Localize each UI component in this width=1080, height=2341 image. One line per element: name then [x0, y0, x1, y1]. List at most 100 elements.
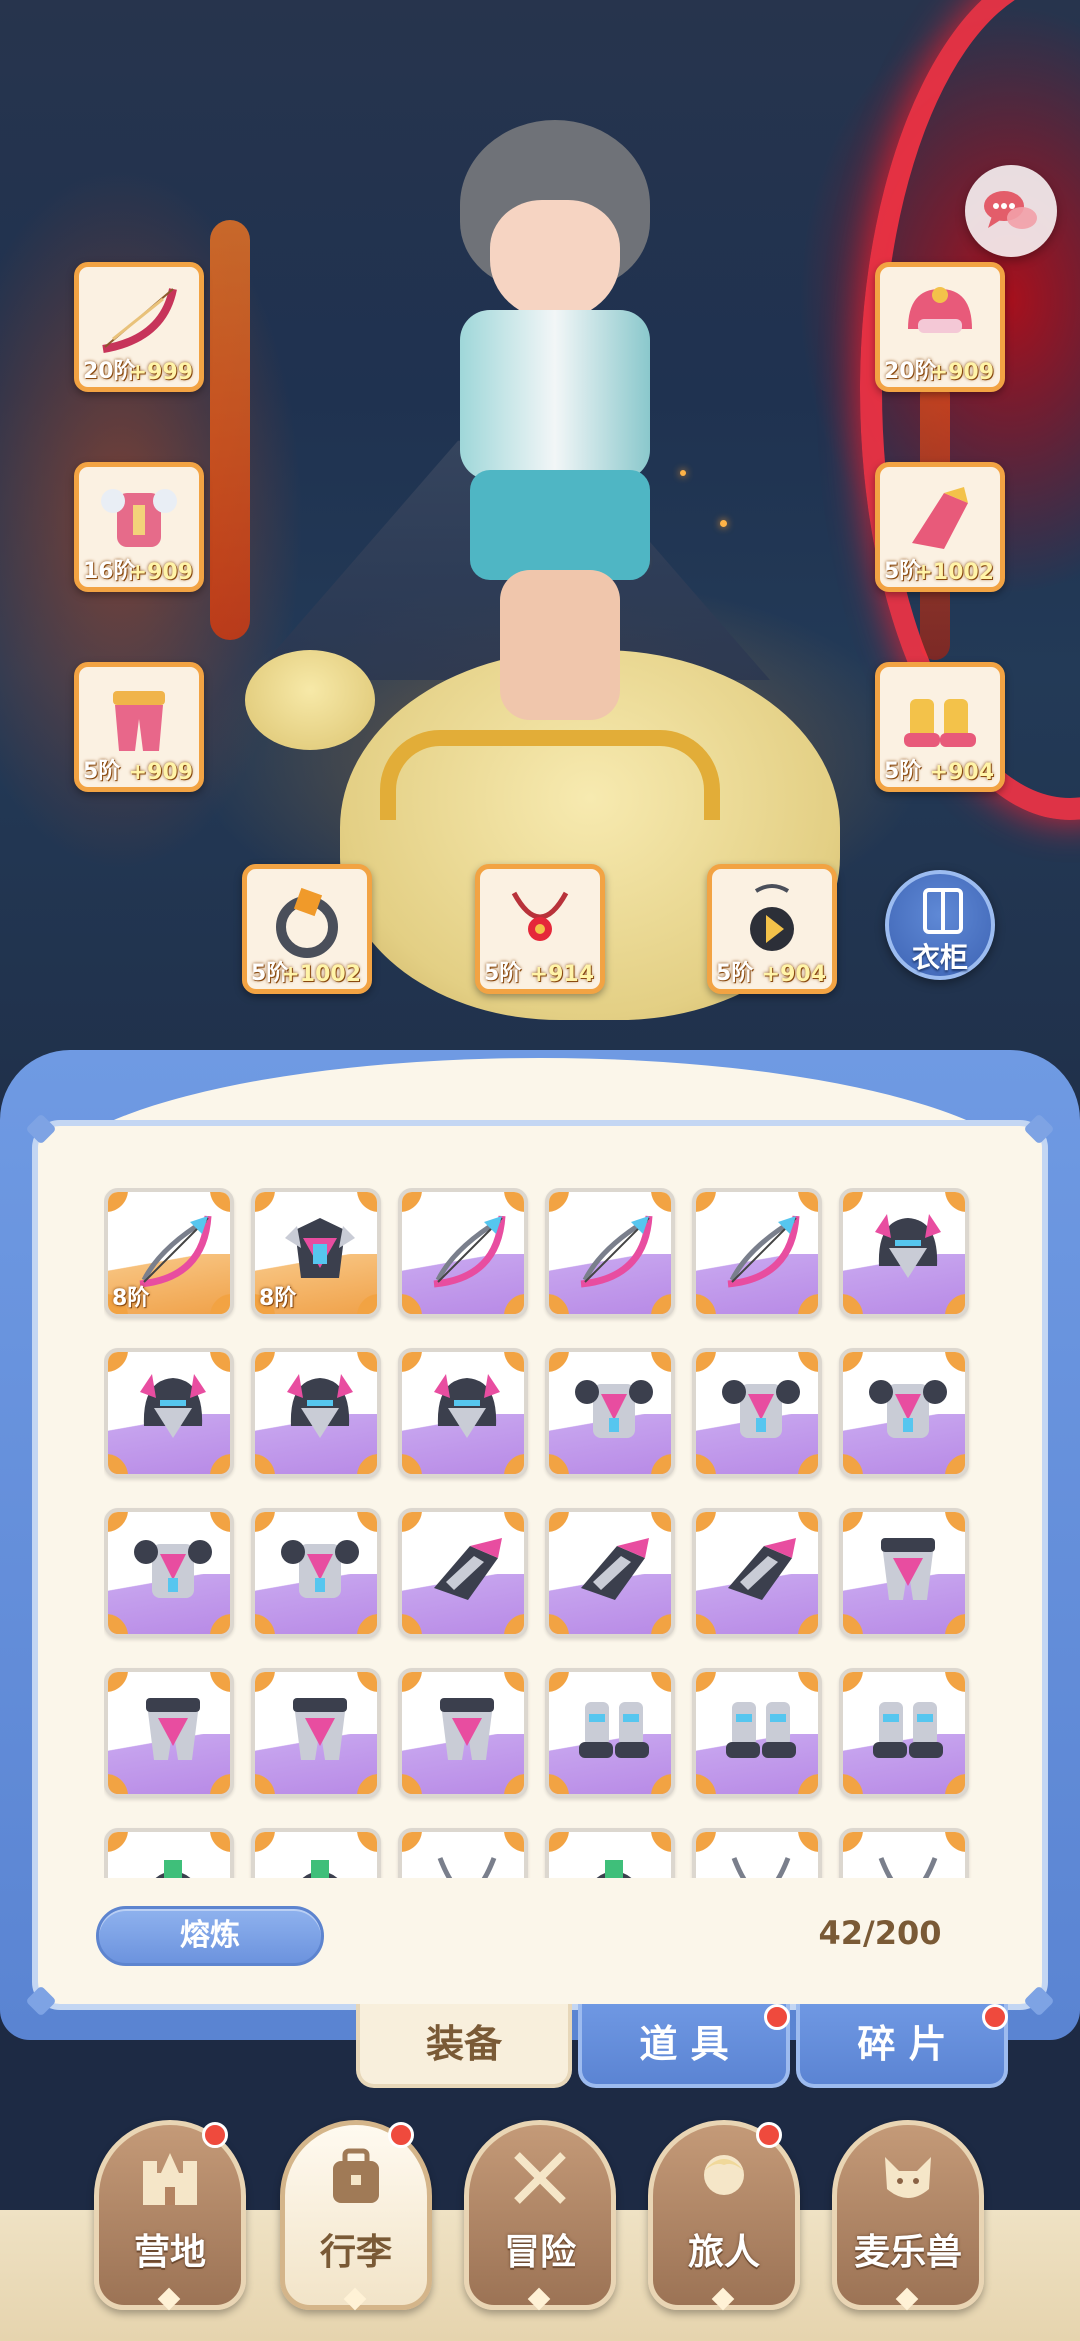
inventory-item-slot[interactable]: [251, 1828, 381, 1878]
nav-camp[interactable]: 营地: [94, 2120, 246, 2311]
inventory-item-slot[interactable]: [692, 1668, 822, 1798]
slot-corner-ornament: [255, 1192, 275, 1212]
smelt-button[interactable]: 熔炼: [96, 1906, 324, 1966]
wardrobe-button[interactable]: 衣柜: [885, 870, 995, 980]
slot-corner-ornament: [549, 1672, 569, 1692]
inventory-item-slot[interactable]: [545, 1508, 675, 1638]
inventory-item-slot[interactable]: 8阶: [104, 1188, 234, 1318]
nav-label: 行李: [319, 2232, 392, 2273]
inventory-item-slot[interactable]: [545, 1668, 675, 1798]
tab-notification-badge: [764, 2004, 790, 2030]
lava-fall-left: [210, 220, 250, 640]
tab-fragments[interactable]: 碎 片: [796, 2004, 1008, 2088]
helmet-icon: [875, 1214, 941, 1278]
inventory-item-slot[interactable]: [692, 1348, 822, 1478]
slot-bonus: +999: [128, 360, 193, 385]
item-level: 8阶: [259, 1286, 297, 1311]
tab-label: 碎 片: [857, 2022, 947, 2066]
equip-slot-helmet[interactable]: 20阶 +909: [875, 262, 1005, 392]
equip-slot-necklace[interactable]: 5阶 +914: [475, 864, 605, 994]
inventory-item-slot[interactable]: [104, 1348, 234, 1478]
slot-corner-ornament: [696, 1672, 716, 1692]
cloud-puff: [245, 650, 375, 750]
slot-corner-ornament: [549, 1512, 569, 1532]
inventory-item-slot[interactable]: [251, 1508, 381, 1638]
nav-traveler[interactable]: 旅人: [648, 2120, 800, 2311]
helmet-icon: [287, 1374, 353, 1438]
necklace-icon: [437, 1857, 497, 1878]
tab-items[interactable]: 道 具: [578, 2004, 790, 2088]
slot-corner-ornament: [108, 1672, 128, 1692]
equip-slot-armor[interactable]: 16阶 +909: [74, 462, 204, 592]
inventory-item-slot[interactable]: [692, 1508, 822, 1638]
slot-level: 5阶: [716, 961, 754, 986]
nav-notification-badge: [202, 2122, 228, 2148]
gauntlet-icon: [434, 1538, 502, 1600]
nav-notification-badge: [388, 2122, 414, 2148]
inventory-item-slot[interactable]: 8阶: [251, 1188, 381, 1318]
equip-slot-ring[interactable]: 5阶 +1002: [242, 864, 372, 994]
bow-icon: [433, 1215, 506, 1288]
inventory-item-slot[interactable]: [251, 1348, 381, 1478]
equip-slot-boots[interactable]: 5阶 +904: [875, 662, 1005, 792]
inventory-item-slot[interactable]: [104, 1828, 234, 1878]
slot-corner-ornament: [696, 1192, 716, 1212]
nav-gem-ornament: [711, 2287, 735, 2311]
crossed-swords-icon: [514, 2152, 566, 2204]
ring-icon: [302, 1860, 338, 1878]
inventory-item-slot[interactable]: [398, 1188, 528, 1318]
inventory-item-slot[interactable]: [545, 1188, 675, 1318]
equip-slot-gauntlet[interactable]: 5阶 +1002: [875, 462, 1005, 592]
character-legs: [500, 570, 620, 720]
slot-corner-ornament: [108, 1352, 128, 1372]
equip-slot-bow[interactable]: 20阶 +999: [74, 262, 204, 392]
chat-button[interactable]: [965, 165, 1057, 257]
inventory-item-slot[interactable]: [398, 1828, 528, 1878]
equip-slot-pants[interactable]: 5阶 +909: [74, 662, 204, 792]
boots-icon: [726, 1702, 796, 1758]
inventory-item-slot[interactable]: [398, 1348, 528, 1478]
item-level: 8阶: [112, 1286, 150, 1311]
inventory-item-slot[interactable]: [839, 1188, 969, 1318]
inventory-item-slot[interactable]: [398, 1668, 528, 1798]
chest-armor-icon: [101, 489, 177, 547]
equip-slot-amulet[interactable]: 5阶 +904: [707, 864, 837, 994]
inventory-item-slot[interactable]: [839, 1668, 969, 1798]
helmet-icon: [434, 1374, 500, 1438]
inventory-item-slot[interactable]: [545, 1348, 675, 1478]
slot-corner-ornament: [108, 1192, 128, 1212]
inventory-item-slot[interactable]: [839, 1348, 969, 1478]
inventory-item-slot[interactable]: [398, 1508, 528, 1638]
slot-bonus: +914: [529, 962, 594, 987]
tab-label: 道 具: [639, 2022, 729, 2066]
inventory-item-slot[interactable]: [692, 1828, 822, 1878]
slot-corner-ornament: [843, 1672, 863, 1692]
wardrobe-label: 衣柜: [911, 941, 968, 974]
chat-bubbles-icon: [984, 191, 1037, 229]
nav-pet[interactable]: 麦乐兽: [832, 2120, 984, 2311]
boots-icon: [873, 1702, 943, 1758]
helmet-icon: [908, 287, 972, 333]
bow-icon: [102, 288, 177, 353]
slot-corner-ornament: [108, 1512, 128, 1532]
slot-corner-ornament: [255, 1512, 275, 1532]
slot-level: 5阶: [83, 759, 121, 784]
inventory-item-slot[interactable]: [104, 1668, 234, 1798]
slot-corner-ornament: [255, 1832, 275, 1852]
inventory-item-slot[interactable]: [839, 1508, 969, 1638]
inventory-item-slot[interactable]: [692, 1188, 822, 1318]
tab-equipment[interactable]: 装备: [356, 2004, 572, 2088]
inventory-item-slot[interactable]: [545, 1828, 675, 1878]
player-character[interactable]: [390, 110, 720, 730]
inventory-capacity: 42/200: [818, 1914, 942, 1952]
boots-icon: [579, 1702, 649, 1758]
inventory-item-slot[interactable]: [104, 1508, 234, 1638]
inventory-item-slot[interactable]: [251, 1668, 381, 1798]
slot-corner-ornament: [549, 1832, 569, 1852]
gauntlet-icon: [581, 1538, 649, 1600]
nav-luggage[interactable]: 行李: [280, 2120, 432, 2311]
inventory-item-slot[interactable]: [839, 1828, 969, 1878]
nav-adventure[interactable]: 冒险: [464, 2120, 616, 2311]
body-armor-icon: [281, 1540, 359, 1598]
body-armor-icon: [134, 1540, 212, 1598]
